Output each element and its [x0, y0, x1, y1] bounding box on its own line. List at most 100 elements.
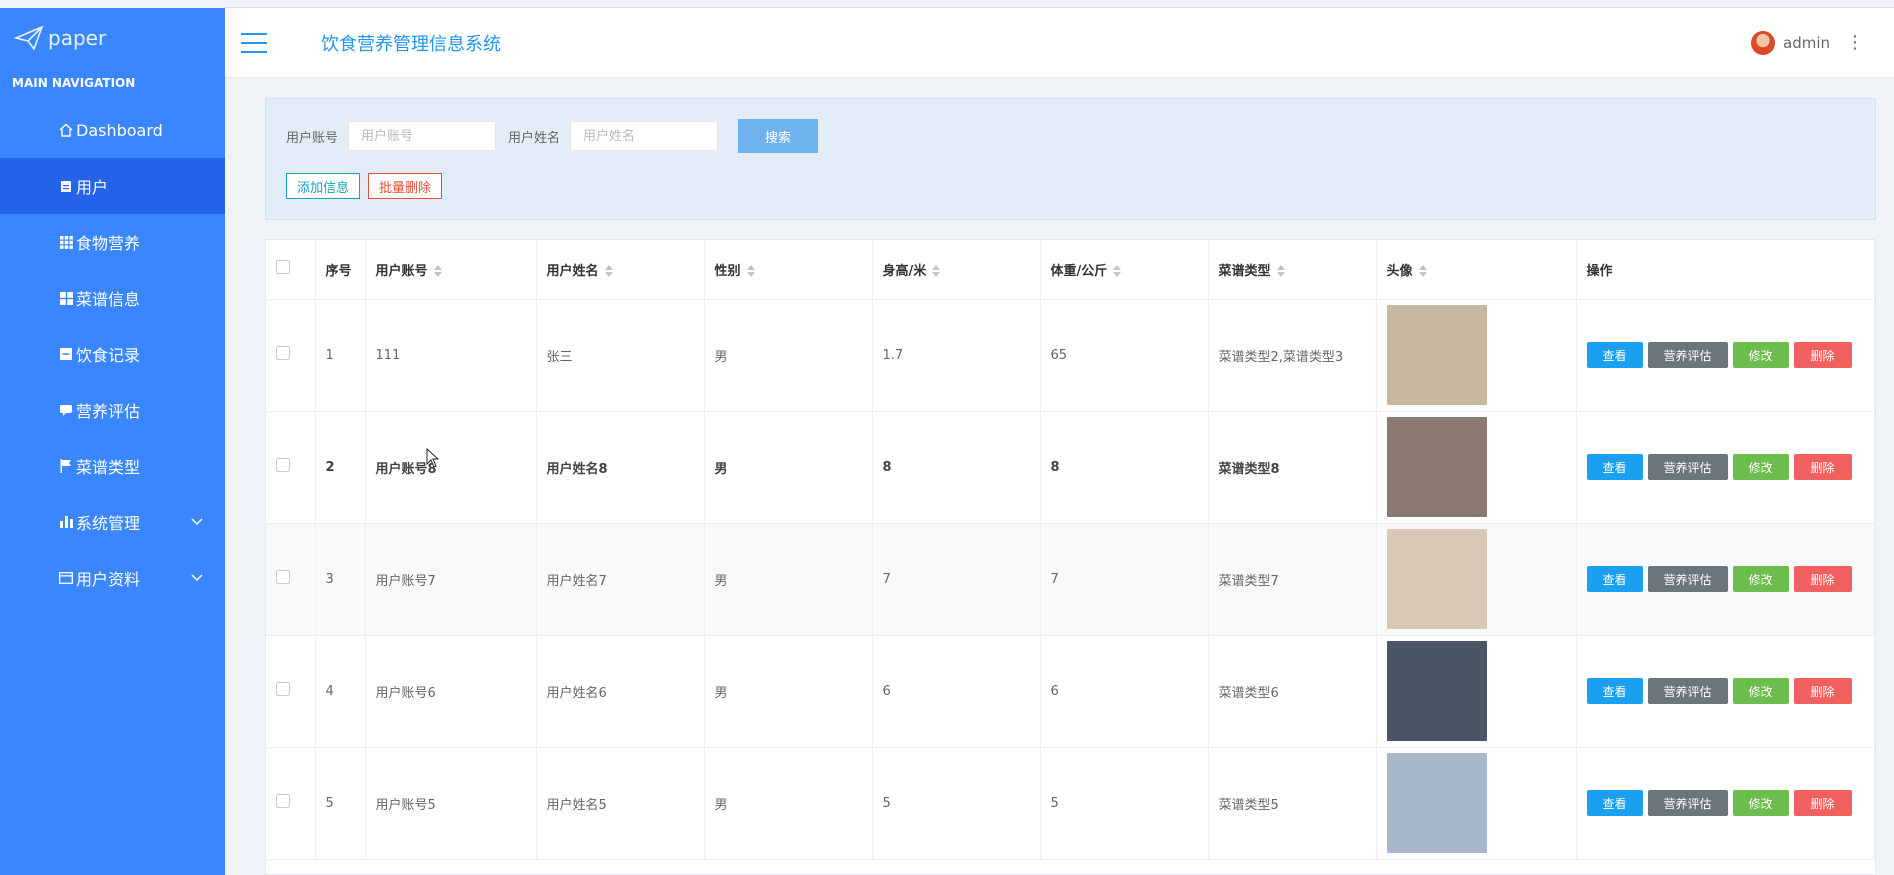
sidebar-item-dashboard[interactable]: Dashboard	[0, 102, 225, 158]
user-avatar-image[interactable]	[1386, 305, 1487, 405]
delete-button[interactable]: 删除	[1793, 790, 1852, 816]
cell-gender: 男	[704, 747, 873, 860]
row-actions: 查看 营养评估 修改 删除	[1586, 566, 1875, 592]
column-header-account[interactable]: 用户账号	[365, 240, 537, 300]
sort-icon[interactable]	[433, 265, 442, 278]
cell-account: 111	[365, 299, 537, 412]
delete-button[interactable]: 删除	[1793, 342, 1852, 368]
sidebar-item-user-profile[interactable]: 用户资料	[0, 550, 225, 606]
cell-height: 1.7	[872, 299, 1041, 412]
table-row[interactable]: 1 111 张三男 1.7 65 菜谱类型2,菜谱类型3 查看 营养评估 修改 删除	[266, 299, 1875, 412]
sidebar-item-label: 营养评估	[76, 402, 141, 421]
row-actions: 查看 营养评估 修改 删除	[1586, 678, 1875, 704]
user-avatar-image[interactable]	[1386, 529, 1487, 629]
header: 饮食营养管理信息系统 admin ⋮	[225, 8, 1894, 78]
column-header-avatar[interactable]: 头像	[1376, 240, 1577, 300]
hamburger-menu-icon[interactable]	[241, 32, 267, 53]
edit-button[interactable]: 修改	[1732, 566, 1789, 592]
logo[interactable]: paper	[0, 8, 225, 68]
sort-icon[interactable]	[932, 265, 941, 278]
home-icon	[58, 122, 74, 138]
sidebar-item-nutrition-eval[interactable]: 营养评估	[0, 382, 225, 438]
cell-recipe-type: 菜谱类型5	[1208, 747, 1377, 860]
sort-icon[interactable]	[1418, 265, 1427, 278]
cell-height: 6	[872, 635, 1041, 748]
sidebar-item-label: 食物营养	[76, 234, 141, 253]
nav-section-title: MAIN NAVIGATION	[12, 76, 136, 90]
sort-icon[interactable]	[1276, 265, 1285, 278]
cell-height: 5	[872, 747, 1041, 860]
cell-name: 用户姓名7	[536, 523, 705, 636]
table-header-row: 序号 用户账号 用户姓名 性别 身高/米 体重/公斤 菜谱类型 头像 操作	[266, 240, 1875, 300]
view-button[interactable]: 查看	[1586, 790, 1643, 816]
edit-button[interactable]: 修改	[1732, 342, 1789, 368]
sort-icon[interactable]	[746, 265, 755, 278]
batch-delete-button[interactable]: 批量删除	[368, 173, 443, 199]
card-icon	[58, 570, 74, 586]
account-search-input[interactable]	[348, 121, 497, 151]
column-header-name[interactable]: 用户姓名	[536, 240, 705, 300]
nutrition-eval-button[interactable]: 营养评估	[1647, 678, 1728, 704]
edit-button[interactable]: 修改	[1732, 678, 1789, 704]
edit-button[interactable]: 修改	[1732, 790, 1789, 816]
add-info-button[interactable]: 添加信息	[286, 173, 361, 199]
more-vertical-icon[interactable]: ⋮	[1846, 32, 1864, 53]
sort-icon[interactable]	[604, 265, 613, 278]
sidebar-item-recipe-types[interactable]: 菜谱类型	[0, 438, 225, 494]
sidebar-item-food-nutrition[interactable]: 食物营养	[0, 214, 225, 270]
sidebar-item-label: 菜谱信息	[76, 290, 141, 309]
view-button[interactable]: 查看	[1586, 566, 1643, 592]
delete-button[interactable]: 删除	[1793, 678, 1852, 704]
table-row[interactable]: 4 用户账号6 用户姓名6 男 6 6 菜谱类型6 查看 营养评估 修改 删除	[266, 635, 1875, 748]
name-search-input[interactable]	[570, 121, 719, 151]
logo-text: paper	[48, 26, 107, 50]
row-checkbox[interactable]	[276, 794, 290, 808]
row-checkbox[interactable]	[276, 458, 290, 472]
view-button[interactable]: 查看	[1586, 342, 1643, 368]
table-row[interactable]: 3 用户账号7 用户姓名7 男 7 7 菜谱类型7 查看 营养评估 修改 删除	[266, 523, 1875, 636]
edit-button[interactable]: 修改	[1732, 454, 1789, 480]
user-avatar-image[interactable]	[1386, 753, 1487, 853]
cell-gender: 男	[704, 411, 873, 524]
delete-button[interactable]: 删除	[1793, 566, 1852, 592]
row-checkbox[interactable]	[276, 682, 290, 696]
sidebar-item-users[interactable]: 用户	[0, 158, 225, 214]
nutrition-eval-button[interactable]: 营养评估	[1647, 566, 1728, 592]
flag-icon	[58, 458, 74, 474]
nutrition-eval-button[interactable]: 营养评估	[1647, 342, 1728, 368]
sidebar-item-system-management[interactable]: 系统管理	[0, 494, 225, 550]
cell-height: 7	[872, 523, 1041, 636]
sidebar-item-diet-records[interactable]: 饮食记录	[0, 326, 225, 382]
username: admin	[1783, 33, 1830, 52]
column-header-weight[interactable]: 体重/公斤	[1040, 240, 1209, 300]
avatar	[1751, 30, 1775, 55]
column-header-recipe-type[interactable]: 菜谱类型	[1208, 240, 1377, 300]
sidebar-item-recipes[interactable]: 菜谱信息	[0, 270, 225, 326]
bar-chart-icon	[58, 514, 74, 530]
row-checkbox[interactable]	[276, 570, 290, 584]
nutrition-eval-button[interactable]: 营养评估	[1647, 454, 1728, 480]
nutrition-eval-button[interactable]: 营养评估	[1647, 790, 1728, 816]
chevron-down-icon	[191, 514, 203, 530]
cell-name: 用户姓名6	[536, 635, 705, 748]
account-label: 用户账号	[286, 130, 339, 146]
user-menu[interactable]: admin ⋮	[1751, 30, 1864, 55]
row-checkbox[interactable]	[276, 346, 290, 360]
cell-no: 3	[315, 523, 366, 636]
table-row[interactable]: 2 用户账号8 用户姓名8 男 8 8 菜谱类型8 查看 营养评估 修改 删除	[266, 411, 1875, 524]
column-header-height[interactable]: 身高/米	[872, 240, 1041, 300]
cell-name: 用户姓名8	[536, 411, 705, 524]
sort-icon[interactable]	[1113, 265, 1122, 278]
view-button[interactable]: 查看	[1586, 678, 1643, 704]
sidebar-item-label: 用户	[76, 178, 109, 197]
column-header-gender[interactable]: 性别	[704, 240, 873, 300]
row-actions: 查看 营养评估 修改 删除	[1586, 454, 1875, 480]
view-button[interactable]: 查看	[1586, 454, 1643, 480]
user-avatar-image[interactable]	[1386, 417, 1487, 517]
sidebar-item-label: Dashboard	[76, 120, 163, 140]
table-row[interactable]: 5 用户账号5 用户姓名5 男 5 5 菜谱类型5 查看 营养评估 修改 删除	[266, 747, 1875, 860]
search-button[interactable]: 搜索	[738, 119, 819, 153]
user-avatar-image[interactable]	[1386, 641, 1487, 741]
delete-button[interactable]: 删除	[1793, 454, 1852, 480]
select-all-checkbox[interactable]	[276, 260, 290, 275]
